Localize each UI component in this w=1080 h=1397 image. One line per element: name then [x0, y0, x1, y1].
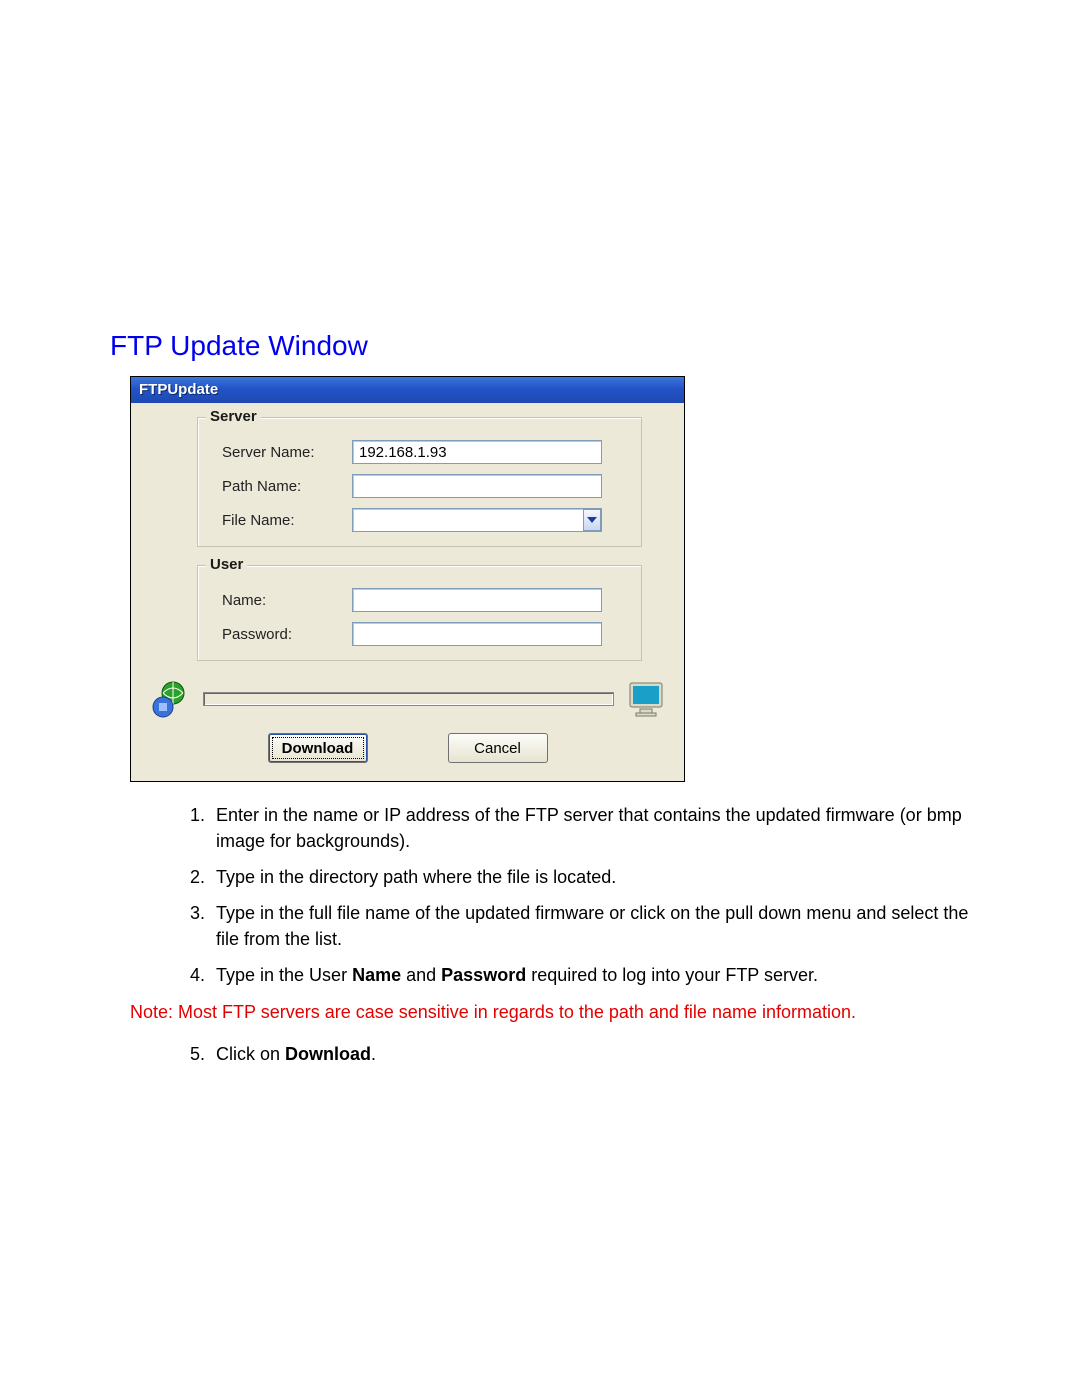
instruction-list-cont: Click on Download. [110, 1041, 970, 1067]
cancel-button[interactable]: Cancel [448, 733, 548, 763]
instruction-3: Type in the full file name of the update… [210, 900, 970, 952]
progress-bar [203, 692, 614, 706]
ftp-update-dialog: FTPUpdate Server Server Name: Path Name: [130, 376, 685, 782]
user-group: User Name: Password: [197, 565, 642, 661]
file-name-combo[interactable] [352, 508, 602, 532]
file-name-row: File Name: [212, 508, 627, 532]
user-legend: User [206, 556, 247, 573]
instruction-4-bold2: Password [441, 965, 526, 985]
instruction-1-text: Enter in the name or IP address of the F… [216, 805, 962, 851]
dialog-titlebar: FTPUpdate [131, 377, 684, 403]
server-name-label: Server Name: [212, 444, 352, 461]
dialog-button-row: Download Cancel [149, 733, 666, 763]
file-name-input[interactable] [352, 508, 602, 532]
user-name-row: Name: [212, 588, 627, 612]
instruction-4-mid: and [401, 965, 441, 985]
instruction-5-pre: Click on [216, 1044, 285, 1064]
network-globe-icon [149, 679, 189, 719]
path-name-input[interactable] [352, 474, 602, 498]
instruction-4-bold1: Name [352, 965, 401, 985]
dialog-body: Server Server Name: Path Name: File Name… [131, 403, 684, 781]
monitor-icon [628, 681, 666, 717]
path-name-label: Path Name: [212, 478, 352, 495]
password-label: Password: [212, 626, 352, 643]
server-legend: Server [206, 408, 261, 425]
instruction-3-text: Type in the full file name of the update… [216, 903, 968, 949]
password-input[interactable] [352, 622, 602, 646]
server-name-input[interactable] [352, 440, 602, 464]
instruction-list: Enter in the name or IP address of the F… [110, 802, 970, 989]
server-name-row: Server Name: [212, 440, 627, 464]
instruction-5: Click on Download. [210, 1041, 970, 1067]
file-name-label: File Name: [212, 512, 352, 529]
instruction-4: Type in the User Name and Password requi… [210, 962, 970, 988]
instruction-2-text: Type in the directory path where the fil… [216, 867, 616, 887]
instruction-4-post: required to log into your FTP server. [526, 965, 818, 985]
chevron-down-icon [587, 517, 597, 523]
path-name-row: Path Name: [212, 474, 627, 498]
instruction-1: Enter in the name or IP address of the F… [210, 802, 970, 854]
download-button[interactable]: Download [268, 733, 368, 763]
instruction-2: Type in the directory path where the fil… [210, 864, 970, 890]
user-name-label: Name: [212, 592, 352, 609]
note-text: Note: Most FTP servers are case sensitiv… [130, 999, 970, 1025]
password-row: Password: [212, 622, 627, 646]
instruction-4-pre: Type in the User [216, 965, 352, 985]
section-title: FTP Update Window [110, 330, 970, 362]
user-name-input[interactable] [352, 588, 602, 612]
instruction-5-bold: Download [285, 1044, 371, 1064]
progress-row [149, 679, 666, 719]
server-group: Server Server Name: Path Name: File Name… [197, 417, 642, 547]
instruction-5-post: . [371, 1044, 376, 1064]
file-name-dropdown-button[interactable] [583, 509, 601, 531]
